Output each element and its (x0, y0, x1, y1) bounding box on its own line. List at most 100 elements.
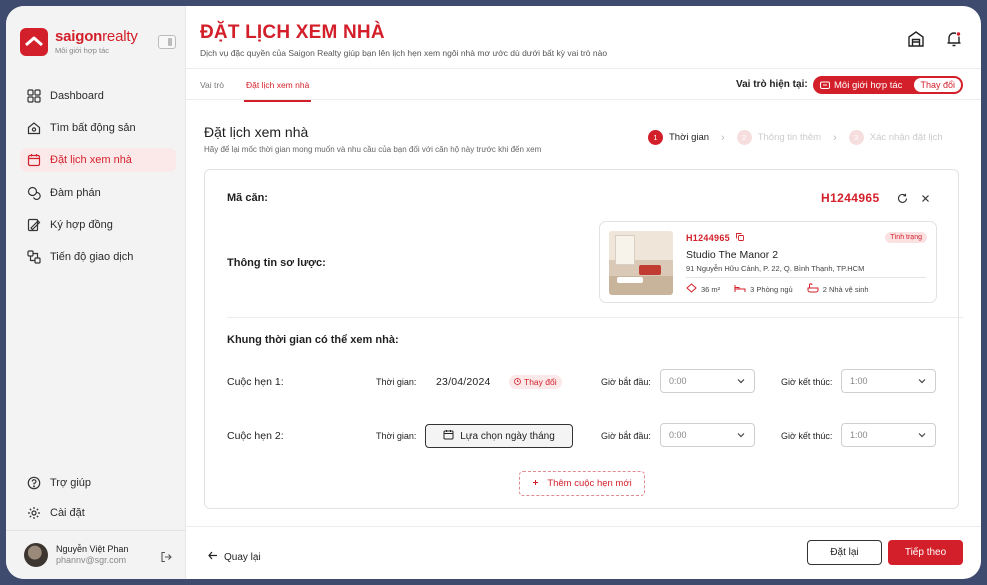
step-time[interactable]: 1 Thời gian (648, 130, 709, 145)
sidebar-item-help[interactable]: Trợ giúp (20, 471, 176, 495)
sidebar-item-label: Đàm phán (50, 186, 101, 199)
brand-subtitle: Môi giới hợp tác (55, 46, 110, 56)
sidebar-item-dashboard[interactable]: Dashboard (20, 84, 176, 108)
current-role-badge: Môi giới hợp tác Thay đổi (813, 76, 963, 94)
pick-date-button[interactable]: Lựa chọn ngày tháng (425, 424, 573, 448)
sidebar-item-label: Tìm bất động sản (50, 122, 136, 135)
close-icon[interactable] (918, 191, 932, 205)
logo[interactable]: saigonrealty Môi giới hợp tác (20, 28, 138, 56)
refresh-icon[interactable] (895, 191, 909, 205)
chevron-right-icon: › (721, 131, 725, 144)
appointment-2-label: Cuộc hẹn 2: (227, 430, 284, 442)
property-features: 36 m² 3 Phòng ngủ 2 Nhà vệ sinh (686, 283, 869, 295)
chevron-down-icon (917, 376, 927, 388)
sidebar-item-contract[interactable]: Ký hợp đồng (20, 213, 176, 237)
sidebar-item-progress[interactable]: Tiến độ giao dịch (20, 245, 176, 269)
change-date-button[interactable]: Thay đổi (509, 375, 562, 389)
start-time-select-2[interactable]: 0:00 (660, 423, 755, 447)
end-time-select-1[interactable]: 1:00 (841, 369, 936, 393)
chevron-down-icon (736, 376, 746, 388)
add-appointment-button[interactable]: Thêm cuộc hẹn mới (519, 471, 645, 496)
sidebar-item-label: Đặt lịch xem nhà (50, 154, 132, 167)
chevron-down-icon (736, 430, 746, 442)
bell-icon[interactable] (943, 28, 965, 50)
sidebar-item-label: Dashboard (50, 90, 104, 102)
step-confirm[interactable]: 3 Xác nhận đặt lịch (848, 130, 943, 145)
signature-icon (26, 217, 42, 233)
area-feature: 36 m² (686, 283, 720, 295)
calendar-icon (443, 429, 454, 443)
role-value: Môi giới hợp tác (834, 79, 903, 91)
back-button[interactable]: Quay lại (208, 551, 261, 563)
role-icon (820, 80, 830, 90)
tab-role[interactable]: Vai trò (200, 80, 224, 90)
property-code: H1244965 (821, 191, 880, 205)
warehouse-icon[interactable] (905, 28, 927, 50)
stepper: 1 Thời gian › 2 Thông tin thêm › 3 Xác n… (648, 130, 943, 145)
end-time-label: Giờ kết thúc: (781, 431, 833, 441)
start-time-select-1[interactable]: 0:00 (660, 369, 755, 393)
property-summary-card[interactable]: H1244965 Tình trạng Studio The Manor 2 9… (599, 221, 937, 303)
end-time-select-2[interactable]: 1:00 (841, 423, 936, 447)
logo-icon (20, 28, 48, 56)
page-title: ĐẶT LỊCH XEM NHÀ (200, 22, 385, 43)
section-subtitle: Hãy để lại mốc thời gian mong muốn và nh… (204, 145, 542, 154)
house-search-icon (26, 120, 42, 136)
help-icon (26, 475, 42, 491)
tab-schedule[interactable]: Đặt lịch xem nhà (243, 80, 312, 102)
property-name: Studio The Manor 2 (686, 249, 779, 261)
user-email: phannv@sgr.com (56, 555, 127, 565)
sidebar-item-label: Trợ giúp (50, 477, 92, 489)
sidebar: saigonrealty Môi giới hợp tác Dashboard … (6, 6, 186, 579)
progress-icon (26, 249, 42, 265)
step-more-info[interactable]: 2 Thông tin thêm (736, 130, 821, 145)
booking-form-card: Mã căn: H1244965 Thông tin sơ lược: H124… (204, 169, 963, 509)
time-slots-label: Khung thời gian có thể xem nhà: (227, 334, 399, 346)
bedroom-feature: 3 Phòng ngủ (734, 283, 793, 295)
end-time-label: Giờ kết thúc: (781, 377, 833, 387)
plus-icon (532, 478, 539, 489)
bathroom-feature: 2 Nhà vệ sinh (807, 283, 869, 295)
main-content: ĐẶT LỊCH XEM NHÀ Dịch vụ đặc quyền của S… (186, 6, 981, 579)
sidebar-item-label: Cài đặt (50, 507, 85, 519)
page-header: ĐẶT LỊCH XEM NHÀ Dịch vụ đặc quyền của S… (200, 22, 607, 58)
avatar (24, 543, 48, 567)
logout-icon[interactable] (160, 551, 172, 566)
sidebar-item-schedule[interactable]: Đặt lịch xem nhà (20, 148, 176, 173)
next-button[interactable]: Tiếp theo (888, 540, 963, 565)
page-subtitle: Dịch vụ đặc quyền của Saigon Realty giúp… (200, 48, 608, 58)
time-label: Thời gian: (376, 377, 417, 387)
start-time-label: Giờ bắt đầu: (601, 431, 651, 441)
chevron-right-icon: › (833, 131, 837, 144)
current-role-label: Vai trò hiện tại: (736, 79, 808, 90)
copy-icon[interactable] (736, 233, 744, 243)
gear-icon (26, 505, 42, 521)
status-badge: Tình trạng (885, 232, 927, 243)
calendar-icon (26, 152, 42, 168)
sidebar-item-label: Tiến độ giao dịch (50, 250, 134, 263)
sidebar-item-negotiation[interactable]: Đàm phán (20, 181, 176, 205)
user-name: Nguyễn Việt Phan (56, 543, 129, 554)
bed-icon (734, 284, 746, 295)
tabs-bar: Vai trò Đặt lịch xem nhà Vai trò hiện tạ… (186, 68, 981, 102)
start-time-label: Giờ bắt đầu: (601, 377, 651, 387)
chevron-down-icon (917, 430, 927, 442)
divider (227, 317, 963, 318)
chat-icon (26, 185, 42, 201)
sidebar-bottom: Trợ giúp Cài đặt (20, 471, 176, 531)
sidebar-item-settings[interactable]: Cài đặt (20, 501, 176, 525)
app-window: saigonrealty Môi giới hợp tác Dashboard … (6, 6, 981, 579)
change-role-button[interactable]: Thay đổi (914, 78, 961, 92)
code-label: Mã căn: (227, 192, 268, 204)
sidebar-collapse-button[interactable] (158, 35, 176, 49)
grid-icon (26, 88, 42, 104)
sidebar-item-find-property[interactable]: Tìm bất động sản (20, 116, 176, 140)
property-photo (609, 231, 673, 295)
arrow-left-icon (208, 551, 218, 563)
sidebar-item-label: Ký hợp đồng (50, 218, 113, 231)
sidebar-nav: Dashboard Tìm bất động sản Đặt lịch xem … (20, 84, 176, 277)
user-profile[interactable]: Nguyễn Việt Phan phannv@sgr.com (6, 530, 186, 579)
reset-button[interactable]: Đặt lại (807, 540, 882, 565)
property-card-code: H1244965 (686, 233, 730, 243)
area-icon (686, 283, 697, 295)
